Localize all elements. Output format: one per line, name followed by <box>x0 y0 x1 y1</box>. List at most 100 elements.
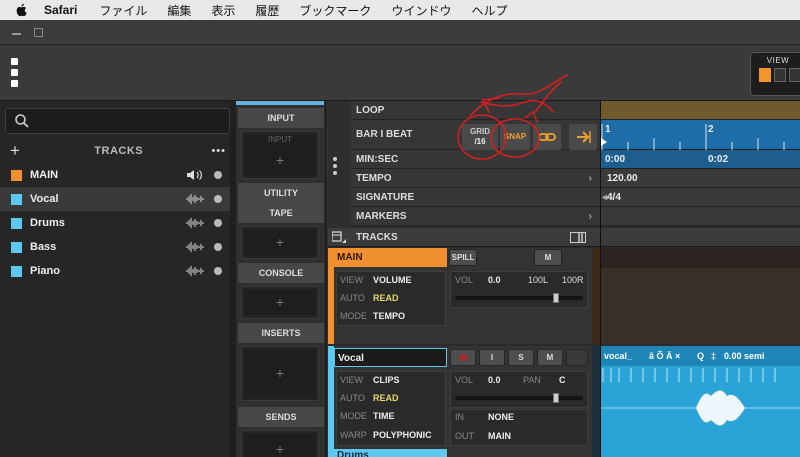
menu-file[interactable]: ファイル <box>99 2 147 19</box>
menu-app-safari[interactable]: Safari <box>44 3 77 17</box>
minimize-icon[interactable] <box>12 33 21 35</box>
view-label: VIEW <box>766 56 790 65</box>
add-track-icon[interactable]: + <box>10 141 26 161</box>
clip-transpose: 0.00 semi <box>724 351 765 361</box>
vocal-volume-knob[interactable] <box>552 393 559 403</box>
tracks-menu-icon[interactable] <box>332 231 346 244</box>
vocal-mode-param[interactable]: MODE TIME <box>340 407 395 425</box>
track-item-main[interactable]: MAIN <box>0 163 230 187</box>
search-box[interactable] <box>5 108 230 134</box>
bar-beat-label: BAR I BEAT <box>356 129 413 140</box>
vocal-clip[interactable]: vocal_ ã Õ Ä × Q ‡ 0.00 semi <box>601 346 800 457</box>
track-item-bass[interactable]: Bass <box>0 235 230 259</box>
track-visibility-dot[interactable] <box>214 267 222 275</box>
track-visibility-dot[interactable] <box>214 195 222 203</box>
add-input-icon[interactable]: + <box>242 152 318 168</box>
vocal-input-param[interactable]: IN NONE <box>455 408 514 426</box>
menu-help[interactable]: ヘルプ <box>471 2 507 19</box>
view-switcher[interactable]: VIEW <box>750 52 800 96</box>
track-visibility-dot[interactable] <box>214 171 222 179</box>
track-visibility-dot[interactable] <box>214 219 222 227</box>
loop-lane[interactable] <box>601 101 800 120</box>
inspector-accent-bar <box>236 101 324 105</box>
min-sec-ruler[interactable]: 0:00 0:02 <box>601 150 800 169</box>
tape-slot[interactable]: + <box>241 226 319 259</box>
add-send-icon[interactable]: + <box>242 441 318 457</box>
view-grid-icon[interactable] <box>789 68 800 82</box>
inspector-sends-header: SENDS <box>238 407 324 427</box>
maximize-icon[interactable] <box>34 28 43 37</box>
track-item-vocal[interactable]: Vocal <box>0 187 230 211</box>
vocal-output-param[interactable]: OUT MAIN <box>455 427 511 445</box>
toolbar <box>0 45 800 101</box>
main-mute-button[interactable]: M <box>534 249 562 266</box>
console-slot[interactable]: + <box>241 286 319 319</box>
vocal-auto-param[interactable]: AUTO READ <box>340 389 399 407</box>
chevron-right-icon[interactable]: › <box>589 207 592 226</box>
vocal-input-monitor-button[interactable]: I <box>479 349 505 366</box>
add-console-icon[interactable]: + <box>242 294 318 310</box>
global-row-markers[interactable]: MARKERS › <box>350 207 600 226</box>
vocal-view-param[interactable]: VIEW CLIPS <box>340 371 400 389</box>
speaker-icon[interactable] <box>186 169 204 181</box>
global-menu-icon[interactable] <box>333 157 339 178</box>
vocal-waveform <box>601 368 800 426</box>
param-key: AUTO <box>340 293 365 303</box>
track-color-swatch <box>11 217 22 229</box>
vocal-volume-slider[interactable] <box>455 396 583 400</box>
main-auto-param[interactable]: AUTO READ <box>340 289 399 307</box>
tempo-lane[interactable]: 120.00 <box>601 169 800 188</box>
inspector-panel: INPUT INPUT + UTILITY TAPE + CONSOLE + I… <box>236 101 326 457</box>
main-track-name[interactable]: MAIN <box>334 248 447 267</box>
view-mixer-icon[interactable] <box>774 68 786 82</box>
global-row-tempo[interactable]: TEMPO › <box>350 169 600 188</box>
view-list-icon[interactable] <box>759 68 771 82</box>
more-options-icon[interactable]: ••• <box>211 145 226 157</box>
param-value: VOLUME <box>373 275 412 285</box>
main-volume-slider[interactable] <box>455 296 583 300</box>
global-row-signature[interactable]: SIGNATURE <box>350 188 600 207</box>
inspector-tape-header: TAPE <box>238 203 324 223</box>
vocal-pan-param[interactable]: PAN C <box>523 371 566 389</box>
main-mode-param[interactable]: MODE TEMPO <box>340 307 405 325</box>
param-value: CLIPS <box>373 375 400 385</box>
add-insert-icon[interactable]: + <box>242 365 318 381</box>
vocal-warp-param[interactable]: WARP POLYPHONIC <box>340 426 432 444</box>
clip-flags: ã Õ Ä × <box>649 351 681 361</box>
track-item-drums[interactable]: Drums <box>0 211 230 235</box>
vocal-solo-button[interactable]: S <box>508 349 534 366</box>
track-color-swatch <box>11 169 22 181</box>
inserts-slot[interactable]: + <box>241 346 319 401</box>
vocal-mute-button[interactable]: M <box>537 349 563 366</box>
vocal-track-name[interactable]: Vocal <box>334 348 447 367</box>
menu-bookmarks[interactable]: ブックマーク <box>299 2 371 19</box>
menu-history[interactable]: 履歴 <box>255 2 279 19</box>
vocal-extra-button[interactable] <box>566 349 588 366</box>
tracks-header: TRACKS <box>328 228 600 247</box>
search-input[interactable] <box>36 113 216 129</box>
main-view-param[interactable]: VIEW VOLUME <box>340 271 412 289</box>
vocal-record-button[interactable] <box>450 349 476 366</box>
markers-lane[interactable] <box>601 207 800 226</box>
tracks-layout-icon[interactable] <box>570 232 586 243</box>
signature-lane[interactable]: ◂ 4/4 <box>601 188 800 207</box>
menu-view[interactable]: 表示 <box>211 2 235 19</box>
bar-beat-ruler[interactable]: 1 2 <box>601 120 800 150</box>
spill-button[interactable]: SPILL <box>449 249 477 266</box>
apple-icon[interactable] <box>14 3 30 17</box>
drums-track-name[interactable]: Drums <box>334 449 447 457</box>
main-menu-icon[interactable] <box>11 58 18 91</box>
param-value: C <box>559 375 566 385</box>
track-item-piano[interactable]: Piano <box>0 259 230 283</box>
chevron-right-icon[interactable]: › <box>589 169 592 188</box>
track-visibility-dot[interactable] <box>214 243 222 251</box>
input-slot[interactable]: INPUT + <box>241 131 319 179</box>
bar-ticks <box>601 124 785 150</box>
menu-edit[interactable]: 編集 <box>167 2 191 19</box>
add-tape-icon[interactable]: + <box>242 234 318 250</box>
main-volume-knob[interactable] <box>552 293 559 303</box>
main-vol-param[interactable]: VOL 0.0 <box>455 271 501 289</box>
menu-window[interactable]: ウインドウ <box>391 2 451 19</box>
vocal-vol-param[interactable]: VOL 0.0 <box>455 371 501 389</box>
sends-slot[interactable]: + <box>241 430 319 457</box>
